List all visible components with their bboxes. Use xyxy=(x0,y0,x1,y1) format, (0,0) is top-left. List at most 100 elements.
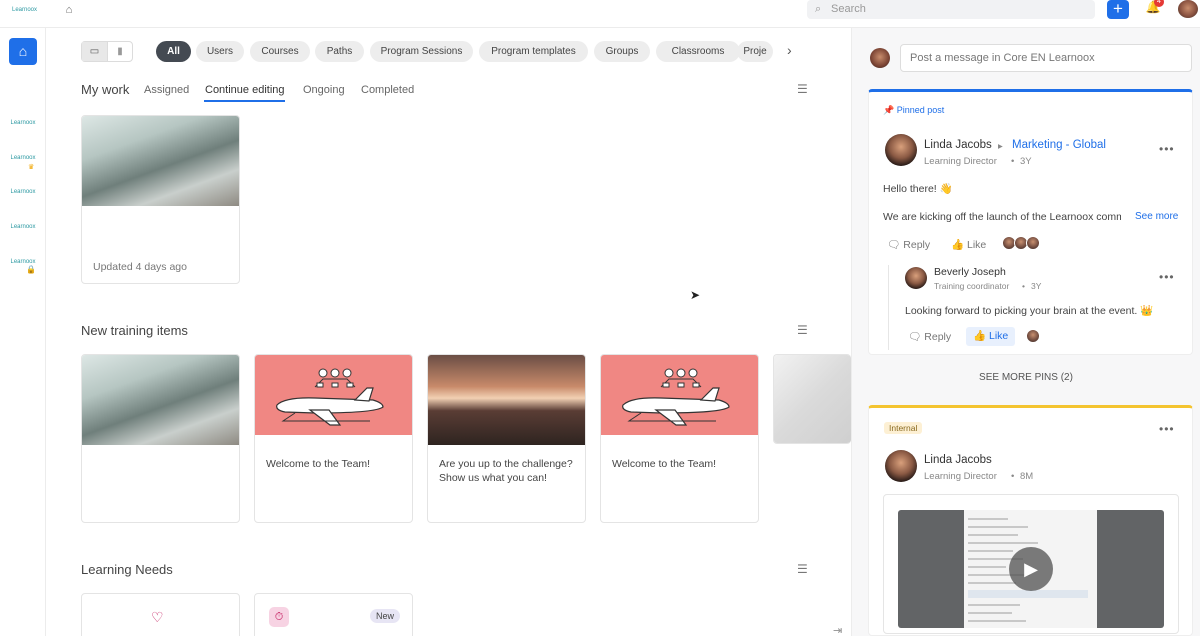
reply-author-role: Training coordinator xyxy=(934,281,1010,291)
pin-icon: 📌 xyxy=(883,105,895,115)
filter-chip-groups[interactable]: Groups xyxy=(594,41,650,62)
reply-author[interactable]: Beverly Joseph xyxy=(934,266,1006,278)
reply-thread-line xyxy=(888,265,889,350)
user-avatar[interactable] xyxy=(1178,0,1198,18)
search-placeholder: Search xyxy=(831,3,866,15)
tab-completed[interactable]: Completed xyxy=(361,84,414,96)
video-row xyxy=(968,582,1016,584)
avatar[interactable] xyxy=(885,134,917,166)
filter-chip-users[interactable]: Users xyxy=(196,41,244,62)
training-card[interactable]: Welcome to the Team! xyxy=(600,354,759,523)
list-view-icon[interactable]: ☰ xyxy=(797,562,808,576)
post-author[interactable]: Linda Jacobs xyxy=(924,454,992,466)
thumbs-up-icon: 👍 xyxy=(951,239,965,251)
stats-view-icon[interactable]: ▮ xyxy=(108,42,132,61)
post-age: 8M xyxy=(1020,471,1034,482)
tab-ongoing[interactable]: Ongoing xyxy=(303,84,345,96)
see-more-link[interactable]: See more xyxy=(1135,211,1178,222)
active-tab-underline xyxy=(204,100,285,102)
top-bar: Learnoox ⌂ ⌕ Search + 🔔 4 xyxy=(0,0,1200,28)
sidebar: ⌂ Learnoox Learnoox ♛ Learnoox Learnoox … xyxy=(0,28,46,636)
post-dot-separator: • xyxy=(1011,156,1015,167)
more-options-icon[interactable]: ••• xyxy=(1159,422,1175,436)
card-image xyxy=(601,355,758,445)
thumbs-up-icon: 👍 xyxy=(973,330,987,342)
comment-icon: 🗨 xyxy=(887,239,901,251)
list-view-icon[interactable]: ☰ xyxy=(797,82,808,96)
video-row xyxy=(968,550,1013,552)
new-training-title: New training items xyxy=(81,323,188,338)
card-image xyxy=(82,355,239,445)
sidebar-item[interactable]: Learnoox xyxy=(4,155,42,161)
card-image xyxy=(82,116,239,206)
filter-chip-paths[interactable]: Paths xyxy=(315,41,364,62)
avatar xyxy=(870,48,890,68)
post-author-role: Learning Director xyxy=(924,471,997,482)
sidebar-item[interactable]: Learnoox xyxy=(4,259,42,265)
more-options-icon[interactable]: ••• xyxy=(1159,142,1175,156)
sidebar-item[interactable]: Learnoox xyxy=(4,224,42,230)
reply-button[interactable]: 🗨 Reply xyxy=(908,330,951,343)
like-button-active[interactable]: 👍 Like xyxy=(966,327,1016,346)
video-row xyxy=(968,604,1020,606)
new-badge: New xyxy=(370,609,401,623)
lock-icon: 🔒 xyxy=(26,265,36,274)
training-card[interactable] xyxy=(773,354,851,444)
card-title: Welcome to the Team! xyxy=(266,458,371,470)
filter-chip-courses[interactable]: Courses xyxy=(250,41,310,62)
filter-chip-projects[interactable]: Proje xyxy=(737,41,773,62)
video-attachment[interactable]: ▶ xyxy=(883,494,1179,634)
video-row xyxy=(968,566,1006,568)
reply-body: Looking forward to picking your brain at… xyxy=(905,305,1154,317)
app-logo[interactable]: Learnoox xyxy=(12,7,37,13)
filter-chip-program-templates[interactable]: Program templates xyxy=(479,41,588,62)
card-updated: Updated 4 days ago xyxy=(93,261,187,273)
training-card[interactable]: Welcome to the Team! xyxy=(254,354,413,523)
catalog-view-icon[interactable]: ▭ xyxy=(82,42,108,61)
list-view-icon[interactable]: ☰ xyxy=(797,323,808,337)
stethoscope-icon: ♡ xyxy=(151,609,164,625)
more-options-icon[interactable]: ••• xyxy=(1159,270,1175,284)
avatar xyxy=(1026,236,1040,250)
card-image xyxy=(255,355,412,445)
notification-badge: 4 xyxy=(1154,0,1164,7)
search-input[interactable]: ⌕ Search xyxy=(807,0,1095,19)
pinned-post: 📌 Pinned post Linda Jacobs ▸ Marketing -… xyxy=(868,89,1193,355)
card-image xyxy=(428,355,585,445)
my-work-card[interactable]: Updated 4 days ago xyxy=(81,115,240,284)
play-icon[interactable]: ▶ xyxy=(1009,547,1053,591)
learning-need-card[interactable]: ⏱ New xyxy=(254,593,413,636)
filter-chip-classrooms[interactable]: Classrooms xyxy=(656,41,740,62)
timer-icon: ⏱ xyxy=(269,607,289,627)
home-icon[interactable]: ⌂ xyxy=(61,2,77,18)
like-button[interactable]: 👍 Like xyxy=(951,238,986,251)
add-button[interactable]: + xyxy=(1107,0,1129,19)
reply-button[interactable]: 🗨 Reply xyxy=(887,238,930,251)
bell-icon[interactable]: 🔔 4 xyxy=(1145,0,1164,16)
post-group-link[interactable]: Marketing - Global xyxy=(1012,139,1106,151)
sidebar-item[interactable]: Learnoox xyxy=(4,120,42,126)
avatar[interactable] xyxy=(885,450,917,482)
learning-need-card[interactable]: ♡ xyxy=(81,593,240,636)
pinned-post-label: 📌 Pinned post xyxy=(883,105,945,115)
post-author[interactable]: Linda Jacobs xyxy=(924,139,992,151)
activity-feed: Post a message in Core EN Learnoox 📌 Pin… xyxy=(852,28,1200,636)
training-card[interactable]: Are you up to the challenge? Show us wha… xyxy=(427,354,586,523)
avatar[interactable] xyxy=(905,267,927,289)
training-card[interactable] xyxy=(81,354,240,523)
chevron-right-icon[interactable]: › xyxy=(787,42,792,58)
expand-panel-icon[interactable]: ⇥ xyxy=(833,624,842,636)
avatar xyxy=(1026,329,1040,343)
video-row xyxy=(968,620,1026,622)
see-more-pins-link[interactable]: SEE MORE PINS (2) xyxy=(852,372,1200,383)
video-row xyxy=(968,526,1028,528)
post-greeting: Hello there! 👋 xyxy=(883,183,953,195)
post-composer-input[interactable]: Post a message in Core EN Learnoox xyxy=(900,44,1192,72)
sidebar-item[interactable]: Learnoox xyxy=(4,189,42,195)
tab-assigned[interactable]: Assigned xyxy=(144,84,189,96)
filter-chip-all[interactable]: All xyxy=(156,41,191,62)
tab-continue-editing[interactable]: Continue editing xyxy=(205,84,285,96)
card-image xyxy=(774,355,851,443)
filter-chip-program-sessions[interactable]: Program Sessions xyxy=(370,41,473,62)
home-icon[interactable]: ⌂ xyxy=(9,38,37,65)
